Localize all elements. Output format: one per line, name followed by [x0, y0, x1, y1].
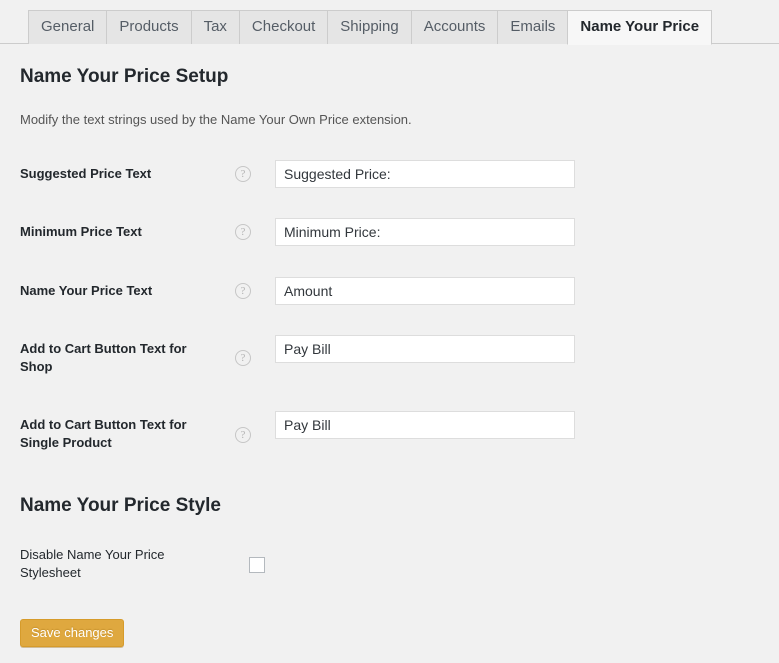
tab-general[interactable]: General [28, 10, 108, 44]
field-input-cell-disable-stylesheet [235, 532, 759, 596]
suggested-price-text-input[interactable] [275, 160, 575, 189]
field-row-add-to-cart-single-product: Add to Cart Button Text for Single Produ… [20, 396, 759, 472]
tab-products[interactable]: Products [106, 10, 192, 44]
field-label-suggested-price-text: Suggested Price Text [20, 145, 235, 203]
question-mark-circle-icon[interactable]: ? [235, 282, 251, 299]
setup-section-title: Name Your Price Setup [20, 66, 229, 87]
add-to-cart-shop-input[interactable] [275, 334, 575, 363]
field-label-minimum-price-text: Minimum Price Text [20, 203, 235, 261]
style-fields-table: Disable Name Your Price Stylesheet [20, 532, 759, 596]
field-label-text: Name Your Price Text [20, 282, 153, 298]
style-section-title: Name Your Price Style [20, 494, 222, 516]
disable-stylesheet-checkbox[interactable] [249, 556, 265, 573]
add-to-cart-single-product-input[interactable] [275, 411, 575, 440]
question-mark-circle-icon[interactable]: ? [235, 426, 251, 443]
field-help-cell-name-your-price-text: ? [235, 262, 261, 320]
name-your-price-text-input[interactable] [275, 276, 575, 305]
field-row-name-your-price-text: Name Your Price Text ? [20, 262, 759, 320]
save-changes-button[interactable]: Save changes [20, 618, 125, 647]
field-input-cell-add-to-cart-shop [261, 320, 759, 396]
tab-emails[interactable]: Emails [497, 10, 569, 44]
settings-tab-bar: General Products Tax Checkout Shipping Accoun… [0, 0, 779, 45]
setup-section-description: Modify the text strings used by the Name… [20, 111, 412, 127]
field-label-text: Add to Cart Button Text for Shop [20, 340, 187, 374]
field-input-cell-name-your-price-text [261, 262, 759, 320]
field-row-add-to-cart-shop: Add to Cart Button Text for Shop ? [20, 320, 759, 396]
field-input-cell-suggested-price-text [261, 145, 759, 203]
field-label-text: Add to Cart Button Text for Single Produ… [20, 417, 187, 451]
field-label-text: Disable Name Your Price Stylesheet [20, 547, 165, 581]
field-row-suggested-price-text: Suggested Price Text ? [20, 145, 759, 203]
field-input-cell-minimum-price-text [261, 203, 759, 261]
tab-shipping[interactable]: Shipping [327, 10, 412, 44]
field-label-text: Suggested Price Text [20, 166, 152, 182]
question-mark-circle-icon[interactable]: ? [235, 166, 251, 183]
field-label-disable-stylesheet: Disable Name Your Price Stylesheet [20, 532, 235, 596]
field-help-cell-add-to-cart-shop: ? [235, 320, 261, 396]
question-mark-circle-icon[interactable]: ? [235, 224, 251, 241]
question-mark-circle-icon[interactable]: ? [235, 350, 251, 367]
minimum-price-text-input[interactable] [275, 218, 575, 247]
field-label-add-to-cart-single-product: Add to Cart Button Text for Single Produ… [20, 396, 235, 472]
field-label-text: Minimum Price Text [20, 224, 142, 240]
field-help-cell-add-to-cart-single-product: ? [235, 396, 261, 472]
tab-name-your-price[interactable]: Name Your Price [567, 10, 713, 45]
field-row-minimum-price-text: Minimum Price Text ? [20, 203, 759, 261]
setup-fields-table: Suggested Price Text ? Minimum Price Tex… [20, 145, 759, 472]
tab-accounts[interactable]: Accounts [410, 10, 499, 44]
submit-area: Save changes [20, 597, 759, 647]
field-help-cell-minimum-price-text: ? [235, 203, 261, 261]
tab-tax[interactable]: Tax [190, 10, 240, 44]
field-label-add-to-cart-shop: Add to Cart Button Text for Shop [20, 320, 235, 396]
field-input-cell-add-to-cart-single-product [261, 396, 759, 472]
field-help-cell-suggested-price-text: ? [235, 145, 261, 203]
tab-checkout[interactable]: Checkout [238, 10, 329, 44]
field-row-disable-stylesheet: Disable Name Your Price Stylesheet [20, 532, 759, 596]
field-label-name-your-price-text: Name Your Price Text [20, 262, 235, 320]
settings-content: Name Your Price Setup Modify the text st… [0, 65, 779, 647]
